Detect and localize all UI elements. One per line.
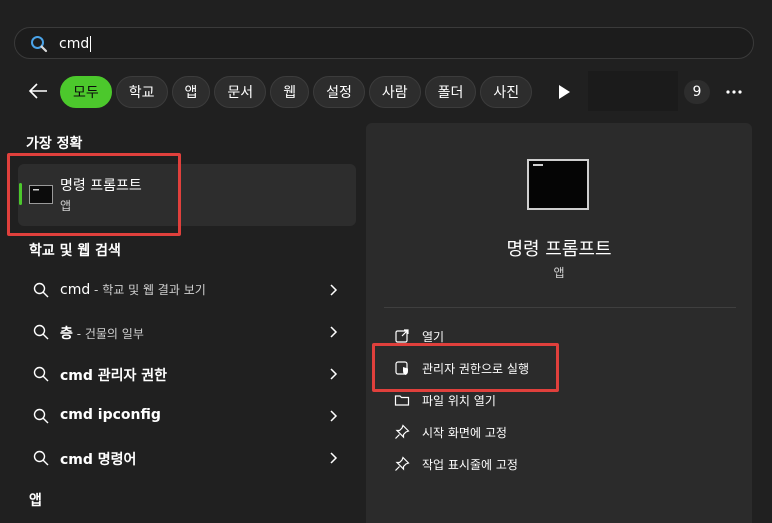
chevron-right-icon (330, 368, 338, 380)
filter-chips: 모두 학교 앱 문서 웹 설정 사람 폴더 사진 (60, 76, 533, 108)
web-result-row[interactable]: cmd 관리자 권한 (18, 354, 356, 394)
search-icon (33, 324, 49, 340)
filter-chip-school[interactable]: 학교 (115, 76, 168, 108)
web-result-text: cmd 명령어 (60, 452, 137, 468)
chevron-right-icon (330, 410, 338, 422)
play-icon[interactable] (557, 84, 571, 100)
web-result-text: cmd ipconfig (60, 407, 161, 423)
search-query-text: cmd (59, 36, 90, 52)
filter-chip-people[interactable]: 사람 (368, 76, 421, 108)
action-label: 시작 화면에 고정 (422, 426, 507, 440)
search-icon (33, 450, 49, 466)
best-match-heading: 가장 정확 (26, 136, 83, 152)
detail-app-name: 명령 프롬프트 (506, 239, 612, 260)
text-caret (90, 36, 92, 52)
search-box[interactable]: cmd (14, 27, 754, 59)
chevron-right-icon (330, 284, 338, 296)
apps-heading: 앱 (29, 493, 42, 509)
action-label: 파일 위치 열기 (422, 394, 496, 408)
command-prompt-large-icon (527, 159, 589, 210)
pin-icon (395, 456, 410, 471)
web-search-heading: 학교 및 웹 검색 (29, 243, 121, 259)
filter-chip-all[interactable]: 모두 (60, 76, 112, 108)
open-external-icon (395, 329, 409, 343)
web-result-row[interactable]: cmd ipconfig (18, 396, 356, 436)
action-pin-to-start[interactable]: 시작 화면에 고정 (384, 418, 744, 446)
filter-chip-documents[interactable]: 문서 (214, 76, 267, 108)
filter-chip-photos[interactable]: 사진 (480, 76, 533, 108)
web-result-text: 층 - 건물의 일부 (60, 326, 144, 342)
chevron-right-icon (330, 326, 338, 338)
filter-chip-apps[interactable]: 앱 (171, 76, 211, 108)
search-icon (31, 36, 48, 53)
pin-icon (395, 424, 410, 439)
blank-area (588, 71, 678, 111)
web-result-row[interactable]: cmd - 학교 및 웹 결과 보기 (18, 270, 356, 310)
highlight-annotation (7, 153, 181, 236)
action-label: 작업 표시줄에 고정 (422, 458, 518, 472)
more-options-icon[interactable] (726, 90, 742, 94)
filter-chip-folders[interactable]: 폴더 (424, 76, 477, 108)
chevron-right-icon (330, 452, 338, 464)
filter-chip-settings[interactable]: 설정 (313, 76, 365, 108)
search-icon (33, 282, 49, 298)
highlight-annotation (372, 343, 559, 392)
folder-icon (394, 395, 410, 406)
filter-chip-web[interactable]: 웹 (270, 76, 310, 108)
back-arrow-icon[interactable] (27, 80, 49, 102)
detail-app-type: 앱 (553, 266, 565, 280)
divider (384, 307, 736, 308)
result-count-badge[interactable]: 9 (684, 80, 710, 104)
web-result-text: cmd - 학교 및 웹 결과 보기 (60, 282, 206, 298)
search-input[interactable]: cmd (59, 32, 739, 56)
search-icon (33, 366, 49, 382)
web-result-row[interactable]: 층 - 건물의 일부 (18, 312, 356, 352)
web-result-row[interactable]: cmd 명령어 (18, 438, 356, 478)
web-result-text: cmd 관리자 권한 (60, 368, 168, 384)
search-icon (33, 408, 49, 424)
action-pin-to-taskbar[interactable]: 작업 표시줄에 고정 (384, 450, 744, 478)
